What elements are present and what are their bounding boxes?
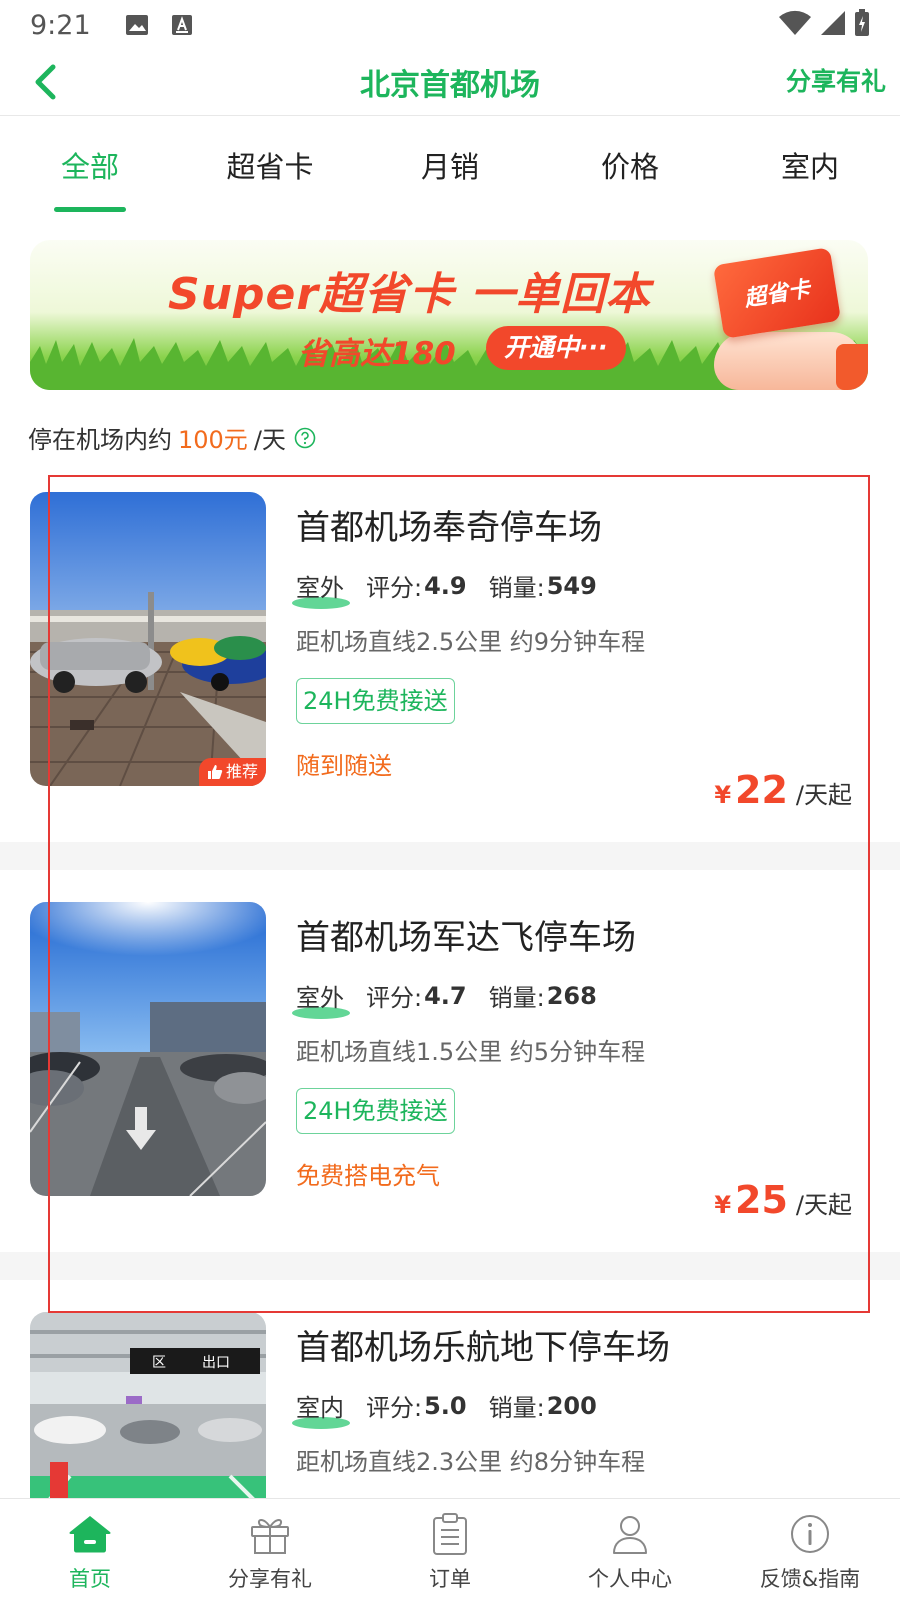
share-gift-link[interactable]: 分享有礼 — [786, 62, 886, 98]
filter-tabs: 全部 超省卡 月销 价格 室内 — [0, 120, 900, 212]
card-separator — [0, 842, 900, 870]
recommend-badge: 推荐 — [198, 758, 266, 786]
card-label: 超省卡 — [742, 276, 812, 312]
nav-profile[interactable]: 个人中心 — [540, 1499, 720, 1600]
shuttle-service-tag: 24H免费接送 — [296, 1088, 455, 1134]
tab-label: 室内 — [780, 150, 839, 184]
rating-label: 评分: — [366, 984, 423, 1012]
tab-indoor[interactable]: 室内 — [720, 120, 900, 212]
lot-distance: 距机场直线1.5公里 约5分钟车程 — [296, 1038, 646, 1066]
tab-monthly-sales[interactable]: 月销 — [360, 120, 540, 212]
lot-name: 首都机场奉奇停车场 — [296, 508, 602, 548]
super-card-illustration: 超省卡 — [712, 247, 842, 339]
hint-prefix: 停在机场内约 — [28, 426, 172, 454]
lot-photo: 推荐 — [30, 492, 266, 786]
nav-label: 订单 — [429, 1567, 471, 1591]
price-unit: /天起 — [795, 1191, 852, 1219]
sales-value: 549 — [546, 571, 597, 600]
lot-perk: 随到随送 — [296, 752, 392, 780]
nav-share-gift[interactable]: 分享有礼 — [180, 1499, 360, 1600]
tab-label: 价格 — [600, 150, 659, 184]
lot-price: ¥ 25 /天起 — [714, 1178, 852, 1222]
signal-icon — [820, 10, 846, 40]
nav-label: 分享有礼 — [228, 1567, 312, 1591]
tab-label: 月销 — [420, 150, 479, 184]
help-icon[interactable] — [294, 427, 316, 449]
sales-label: 销量: — [488, 1394, 545, 1422]
thumbs-up-icon — [207, 765, 223, 779]
sales-label: 销量: — [488, 984, 545, 1012]
airport-price-hint: 停在机场内约 100元 /天 — [28, 420, 316, 455]
tab-price[interactable]: 价格 — [540, 120, 720, 212]
keyboard-notification-icon — [171, 14, 193, 36]
price-unit: /天起 — [795, 781, 852, 809]
nav-label: 反馈&指南 — [759, 1567, 861, 1591]
lot-type-tag: 室外 — [292, 568, 350, 609]
status-bar: 9:21 — [0, 0, 900, 50]
nav-orders[interactable]: 订单 — [360, 1499, 540, 1600]
wifi-icon — [778, 10, 812, 40]
sales-value: 200 — [546, 1391, 597, 1420]
lot-name: 首都机场乐航地下停车场 — [296, 1328, 670, 1368]
rating-label: 评分: — [366, 1394, 423, 1422]
page-title: 北京首都机场 — [360, 68, 540, 103]
lot-distance: 距机场直线2.3公里 约8分钟车程 — [296, 1448, 646, 1476]
sign-exit-label: 出口 — [202, 1355, 230, 1371]
card-separator — [0, 1252, 900, 1280]
nav-label: 个人中心 — [588, 1567, 672, 1591]
shuttle-service-tag: 24H免费接送 — [296, 678, 455, 724]
lot-meta: 室外 评分: 4.7 销量: 268 — [292, 978, 619, 1019]
tab-all[interactable]: 全部 — [0, 120, 180, 212]
tab-super-card[interactable]: 超省卡 — [180, 120, 360, 212]
nav-feedback-guide[interactable]: 反馈&指南 — [720, 1499, 900, 1600]
super-card-banner[interactable]: Super超省卡 一单回本 省高达180 开通中··· 超省卡 — [30, 240, 868, 390]
status-time: 9:21 — [30, 9, 91, 41]
lot-meta: 室内 评分: 5.0 销量: 200 — [292, 1388, 619, 1429]
lot-type-tag: 室外 — [292, 978, 350, 1019]
tab-active-indicator — [54, 207, 126, 212]
banner-title: Super超省卡 一单回本 — [168, 269, 651, 320]
nav-label: 首页 — [69, 1567, 111, 1591]
lot-name: 首都机场军达飞停车场 — [296, 918, 636, 958]
rating-label: 评分: — [366, 574, 423, 602]
banner-subtitle: 省高达180 — [298, 336, 456, 372]
rating-value: 5.0 — [424, 1391, 467, 1420]
user-icon — [607, 1511, 653, 1557]
sign-zone-label: 区 — [152, 1355, 166, 1371]
lot-meta: 室外 评分: 4.9 销量: 549 — [292, 568, 619, 609]
hint-amount: 100元 — [178, 426, 248, 454]
rating-value: 4.7 — [424, 981, 467, 1010]
image-notification-icon — [125, 14, 149, 36]
top-bar: 北京首都机场 分享有礼 — [0, 50, 900, 116]
currency-symbol: ¥ — [714, 781, 732, 809]
clipboard-icon — [427, 1511, 473, 1557]
home-icon — [67, 1511, 113, 1557]
gift-icon — [247, 1511, 293, 1557]
lot-distance: 距机场直线2.5公里 约9分钟车程 — [296, 628, 646, 656]
sleeve-illustration — [836, 344, 868, 390]
lot-photo — [30, 902, 266, 1196]
info-icon — [787, 1511, 833, 1557]
parking-lot-card[interactable]: 首都机场军达飞停车场 室外 评分: 4.7 销量: 268 距机场直线1.5公里… — [0, 880, 900, 1232]
lot-price: ¥ 22 /天起 — [714, 768, 852, 812]
sales-label: 销量: — [488, 574, 545, 602]
hint-suffix: /天 — [253, 426, 286, 454]
battery-icon — [854, 9, 870, 41]
banner-open-button[interactable]: 开通中··· — [486, 326, 626, 370]
tab-label: 全部 — [60, 150, 119, 184]
currency-symbol: ¥ — [714, 1191, 732, 1219]
tab-label: 超省卡 — [226, 150, 314, 184]
price-value: 22 — [735, 768, 788, 812]
lot-type-tag: 室内 — [292, 1388, 350, 1429]
lot-perk: 免费搭电充气 — [296, 1162, 440, 1190]
recommend-label: 推荐 — [225, 762, 258, 781]
parking-lot-card[interactable]: 推荐 首都机场奉奇停车场 室外 评分: 4.9 销量: 549 距机场直线2.5… — [0, 470, 900, 822]
rating-value: 4.9 — [424, 571, 467, 600]
nav-home[interactable]: 首页 — [0, 1499, 180, 1600]
price-value: 25 — [735, 1178, 788, 1222]
sales-value: 268 — [546, 981, 597, 1010]
bottom-navigation: 首页 分享有礼 订单 个人中心 反馈&指南 — [0, 1498, 900, 1600]
